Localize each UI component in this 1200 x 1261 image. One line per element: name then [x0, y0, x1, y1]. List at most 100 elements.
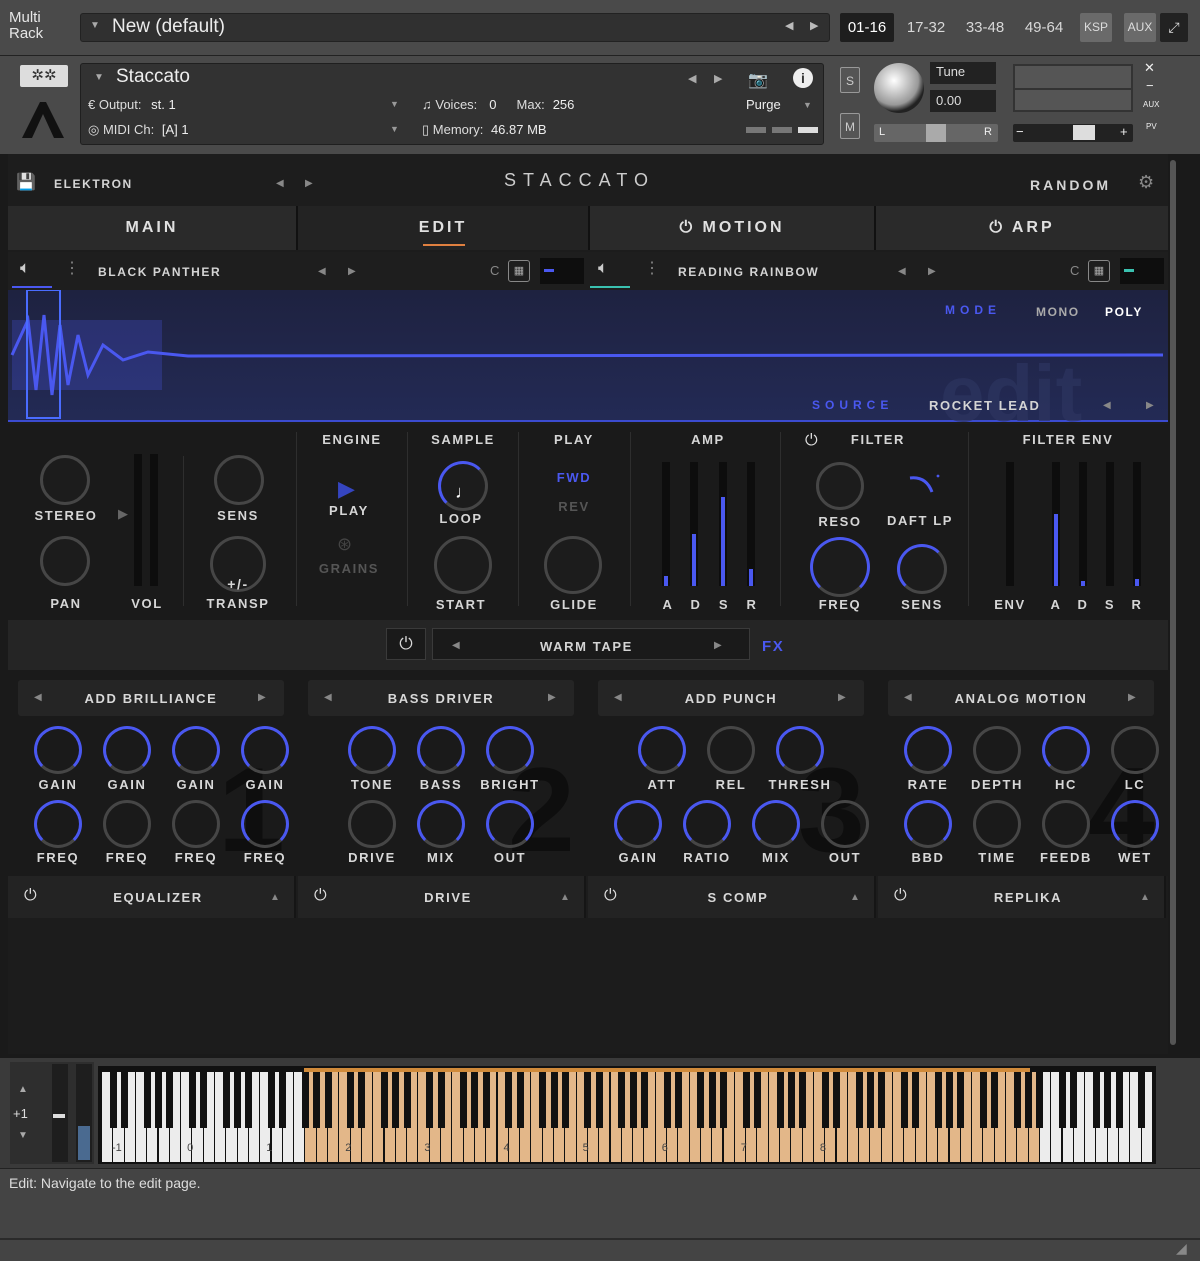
prev-arrow-icon[interactable]: ◀: [898, 266, 906, 277]
black-key[interactable]: [505, 1072, 513, 1128]
fx-knob[interactable]: [103, 726, 151, 774]
black-key[interactable]: [629, 1072, 637, 1128]
grid-icon[interactable]: ▦: [1088, 260, 1110, 282]
sens-knob[interactable]: [214, 455, 264, 505]
black-key[interactable]: [1025, 1072, 1033, 1128]
prev-arrow-icon[interactable]: ◀: [904, 692, 912, 703]
black-key[interactable]: [471, 1072, 479, 1128]
fx-knob[interactable]: [103, 800, 151, 848]
layer-b-name[interactable]: READING RAINBOW: [678, 265, 819, 279]
play-icon[interactable]: ▶: [338, 476, 355, 502]
pitch-wheel[interactable]: [52, 1064, 68, 1162]
black-key[interactable]: [708, 1072, 716, 1128]
output-dropdown-icon[interactable]: ▼: [390, 99, 399, 109]
info-icon[interactable]: i: [793, 68, 813, 88]
collapse-arrow-icon[interactable]: ▲: [1140, 892, 1150, 903]
fwd-button[interactable]: FWD: [522, 470, 626, 485]
ksp-button[interactable]: KSP: [1080, 13, 1112, 42]
fx-knob[interactable]: [172, 800, 220, 848]
fenv-bar-track[interactable]: [1006, 462, 1014, 586]
fx-knob[interactable]: [776, 726, 824, 774]
engine-play-label[interactable]: PLAY: [300, 503, 398, 518]
prev-arrow-icon[interactable]: ◀: [785, 19, 793, 32]
prev-arrow-icon[interactable]: ◀: [1103, 400, 1111, 411]
rack-tab-33-48[interactable]: 33-48: [958, 13, 1012, 42]
menu-dots-icon[interactable]: ⋮: [64, 258, 80, 278]
black-key[interactable]: [697, 1072, 705, 1128]
black-key[interactable]: [460, 1072, 468, 1128]
freq-knob[interactable]: [810, 537, 870, 597]
power-icon[interactable]: ⏻: [894, 887, 907, 905]
black-key[interactable]: [426, 1072, 434, 1128]
stereo-knob[interactable]: [40, 455, 90, 505]
random-button[interactable]: RANDOM: [1030, 177, 1111, 193]
black-key[interactable]: [381, 1072, 388, 1128]
prev-arrow-icon[interactable]: ◀: [324, 692, 332, 703]
next-arrow-icon[interactable]: ▶: [1146, 400, 1154, 411]
next-arrow-icon[interactable]: ▶: [548, 692, 556, 703]
fx-knob[interactable]: [821, 800, 869, 848]
fx-power-button[interactable]: ⏻: [386, 628, 426, 660]
black-key[interactable]: [934, 1072, 942, 1128]
black-key[interactable]: [833, 1072, 840, 1128]
black-key[interactable]: [482, 1072, 490, 1128]
engine-grains-label[interactable]: GRAINS: [300, 561, 398, 576]
black-key[interactable]: [720, 1072, 727, 1128]
black-key[interactable]: [946, 1072, 953, 1128]
fx-knob[interactable]: [172, 726, 220, 774]
resize-grip-icon[interactable]: ◢: [1176, 1240, 1187, 1257]
black-key[interactable]: [878, 1072, 886, 1128]
fx-knob[interactable]: [752, 800, 800, 848]
amp-bar-track[interactable]: [747, 462, 755, 586]
black-key[interactable]: [979, 1072, 987, 1128]
fx-knob[interactable]: [486, 800, 534, 848]
next-arrow-icon[interactable]: ▶: [810, 19, 818, 32]
next-arrow-icon[interactable]: ▶: [714, 72, 722, 85]
black-key[interactable]: [1059, 1072, 1066, 1128]
solo-button[interactable]: S: [840, 67, 860, 93]
black-key[interactable]: [799, 1072, 807, 1128]
fx-knob[interactable]: [1042, 800, 1090, 848]
aux-toggle[interactable]: AUX: [1143, 100, 1159, 109]
grid-icon[interactable]: ▦: [508, 260, 530, 282]
mono-button[interactable]: MONO: [1036, 305, 1080, 319]
black-key[interactable]: [313, 1072, 321, 1128]
mute-button[interactable]: M: [840, 113, 860, 139]
black-key[interactable]: [1115, 1072, 1123, 1128]
purge-dropdown-icon[interactable]: ▼: [803, 100, 812, 110]
black-key[interactable]: [222, 1072, 230, 1128]
volume-plus[interactable]: +: [1120, 124, 1128, 139]
prev-arrow-icon[interactable]: ◀: [318, 266, 326, 277]
tab-main[interactable]: MAIN: [8, 206, 298, 250]
pan-slider-handle[interactable]: [926, 124, 946, 142]
black-key[interactable]: [539, 1072, 547, 1128]
instrument-name[interactable]: Staccato: [116, 66, 190, 88]
fx-module-name[interactable]: EQUALIZER: [68, 890, 248, 905]
black-key[interactable]: [1013, 1072, 1021, 1128]
black-key[interactable]: [957, 1072, 965, 1128]
chevron-down-icon[interactable]: ▼: [90, 20, 100, 31]
black-key[interactable]: [900, 1072, 908, 1128]
prev-arrow-icon[interactable]: ◀: [276, 178, 284, 189]
black-key[interactable]: [776, 1072, 784, 1128]
tune-value[interactable]: 0.00: [930, 90, 996, 112]
fx-knob[interactable]: [417, 800, 465, 848]
black-key[interactable]: [742, 1072, 750, 1128]
black-key[interactable]: [866, 1072, 874, 1128]
bank-name[interactable]: ELEKTRON: [54, 177, 133, 191]
black-key[interactable]: [121, 1072, 129, 1128]
next-arrow-icon[interactable]: ▶: [714, 640, 722, 651]
poly-button[interactable]: POLY: [1105, 305, 1143, 319]
power-icon[interactable]: ⏻: [604, 887, 617, 905]
fx-knob[interactable]: [241, 726, 289, 774]
next-arrow-icon[interactable]: ▶: [838, 692, 846, 703]
prev-arrow-icon[interactable]: ◀: [614, 692, 622, 703]
black-key[interactable]: [279, 1072, 287, 1128]
black-key[interactable]: [821, 1072, 829, 1128]
instrument-settings-icon[interactable]: ✲✲: [20, 65, 68, 87]
fx-knob[interactable]: [707, 726, 755, 774]
black-key[interactable]: [1070, 1072, 1078, 1128]
pan-knob[interactable]: [40, 536, 90, 586]
next-arrow-icon[interactable]: ▶: [258, 692, 266, 703]
collapse-arrow-icon[interactable]: ▲: [270, 892, 280, 903]
